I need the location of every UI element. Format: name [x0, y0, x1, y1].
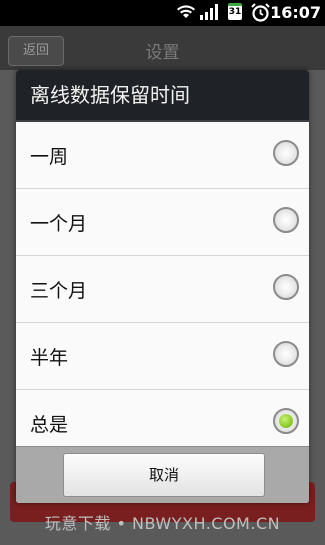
watermark: 玩意下载 • NBWYXH.COM.CN [44, 514, 281, 533]
option-one-month[interactable]: 一个月 [16, 189, 309, 256]
alarm-icon [251, 3, 270, 22]
radio-button[interactable] [273, 274, 299, 300]
page-title: 设置 [145, 43, 180, 63]
app-header: 返回 设置 [0, 26, 325, 70]
option-label: 三个月 [30, 280, 88, 302]
option-three-months[interactable]: 三个月 [16, 256, 309, 323]
retention-dialog: 离线数据保留时间 一周 一个月 三个月 半年 总是 取消 [16, 70, 309, 503]
dialog-footer: 取消 [16, 446, 309, 503]
dialog-title: 离线数据保留时间 [16, 70, 309, 122]
option-label: 一个月 [30, 213, 88, 235]
radio-button[interactable] [273, 341, 299, 367]
radio-button[interactable] [273, 207, 299, 233]
option-half-year[interactable]: 半年 [16, 323, 309, 390]
option-label: 一周 [30, 146, 69, 168]
cancel-button[interactable]: 取消 [63, 453, 265, 497]
calendar-badge: 31 [228, 7, 242, 17]
signal-icon [200, 4, 218, 20]
calendar-icon: 31 [228, 3, 242, 20]
option-label: 半年 [30, 347, 69, 369]
option-label: 总是 [30, 414, 69, 436]
radio-button[interactable] [273, 140, 299, 166]
option-one-week[interactable]: 一周 [16, 122, 309, 189]
wifi-icon [177, 5, 195, 18]
status-bar: 31 16:07 [0, 0, 325, 26]
radio-button-checked[interactable] [273, 408, 299, 434]
status-time: 16:07 [270, 3, 321, 22]
